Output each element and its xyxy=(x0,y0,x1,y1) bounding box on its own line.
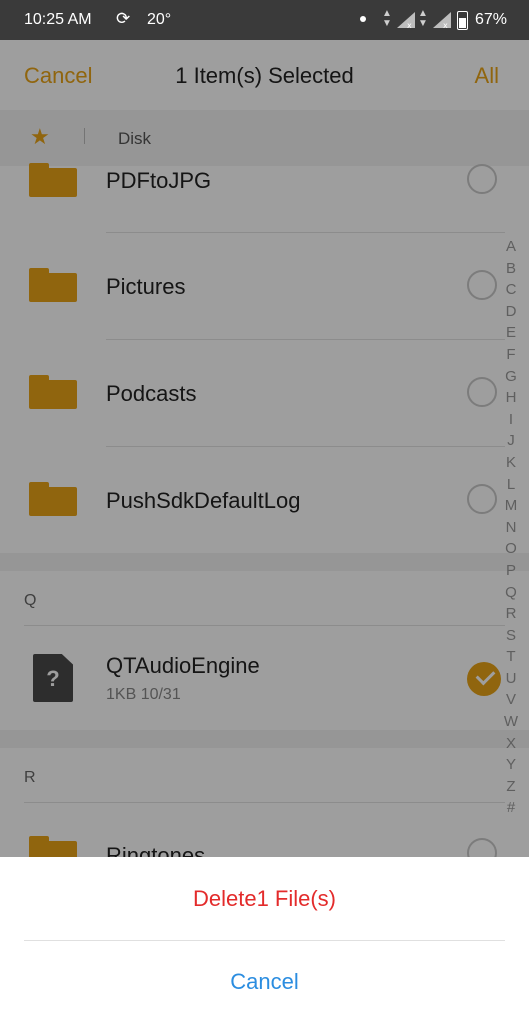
svg-text:x: x xyxy=(443,21,448,28)
svg-text:x: x xyxy=(407,21,412,28)
cancel-button[interactable]: Cancel xyxy=(0,969,529,995)
status-bar: 10:25 AM ⟳ 20° ▲ ▼ x ▲ ▼ x 67% xyxy=(0,0,529,40)
signal-icon: x xyxy=(433,12,451,28)
data-arrows-icon: ▲ ▼ xyxy=(418,8,428,29)
status-temperature: 20° xyxy=(147,11,172,28)
data-arrows-icon: ▲ ▼ xyxy=(382,8,392,29)
battery-icon xyxy=(457,11,468,30)
signal-icon: x xyxy=(397,12,415,28)
file-manager-screen: 10:25 AM ⟳ 20° ▲ ▼ x ▲ ▼ x 67% Cancel 1 It… xyxy=(0,0,529,1023)
status-time: 10:25 AM xyxy=(24,11,92,28)
delete-files-button[interactable]: Delete1 File(s) xyxy=(0,886,529,912)
action-sheet: Delete1 File(s) Cancel xyxy=(0,857,529,1023)
notification-dot-icon xyxy=(360,16,366,22)
sync-icon: ⟳ xyxy=(116,9,131,28)
battery-percentage: 67% xyxy=(475,11,508,28)
divider xyxy=(24,940,505,941)
